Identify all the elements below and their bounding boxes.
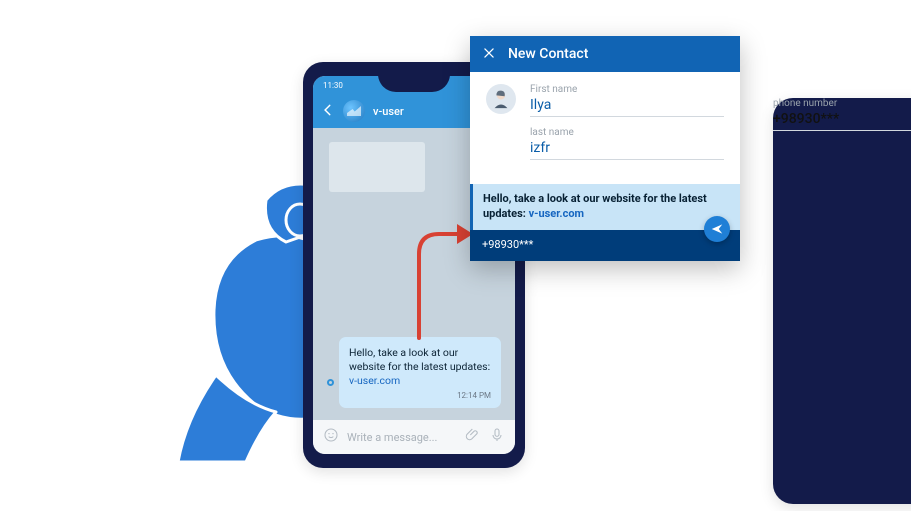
phone-notch <box>378 76 450 92</box>
phone-field[interactable]: phone number +98930*** <box>773 98 911 504</box>
incoming-placeholder-bubble <box>329 142 425 192</box>
chat-contact-name[interactable]: v-user <box>373 105 404 118</box>
chat-avatar[interactable] <box>343 100 365 122</box>
dialog-footer: +98930*** <box>470 230 740 261</box>
mic-icon[interactable] <box>489 427 505 447</box>
first-name-label: First name <box>530 84 724 95</box>
footer-phone: +98930*** <box>482 238 533 251</box>
first-name-field[interactable]: First name Ilya <box>530 84 724 117</box>
send-button[interactable] <box>704 216 730 242</box>
message-text: Hello, take a look at our website for th… <box>349 346 490 373</box>
last-name-value[interactable]: izfr <box>530 140 724 160</box>
last-name-label: last name <box>530 127 724 138</box>
dialog-title: New Contact <box>508 46 588 62</box>
outgoing-message-bubble[interactable]: Hello, take a look at our website for th… <box>339 337 501 408</box>
message-input-bar: Write a message... <box>313 420 515 454</box>
last-name-field[interactable]: last name izfr <box>530 127 724 160</box>
dialog-header: New Contact <box>470 36 740 72</box>
preview-message-text: Hello, take a look at our website for th… <box>483 192 707 220</box>
preview-message-strip: Hello, take a look at our website for th… <box>470 184 740 230</box>
message-timestamp: 12:14 PM <box>349 391 491 402</box>
phone-value[interactable]: +98930*** <box>773 111 911 131</box>
close-icon[interactable] <box>482 45 496 64</box>
preview-message-link[interactable]: v-user.com <box>529 207 585 220</box>
emoji-icon[interactable] <box>323 427 339 447</box>
phone-label: phone number <box>773 98 911 109</box>
forward-arrow-illustration <box>409 220 479 340</box>
new-contact-dialog: New Contact First name Ilya last name iz… <box>470 36 740 261</box>
status-time: 11:30 <box>323 81 343 90</box>
message-link[interactable]: v-user.com <box>349 374 400 387</box>
dialog-body: First name Ilya last name izfr phone num… <box>470 72 740 184</box>
back-arrow-icon[interactable] <box>321 102 335 121</box>
contact-avatar[interactable] <box>486 84 516 114</box>
message-input-placeholder[interactable]: Write a message... <box>347 431 437 444</box>
unread-indicator-icon <box>327 379 334 386</box>
first-name-value[interactable]: Ilya <box>530 97 724 117</box>
attach-icon[interactable] <box>465 427 481 447</box>
